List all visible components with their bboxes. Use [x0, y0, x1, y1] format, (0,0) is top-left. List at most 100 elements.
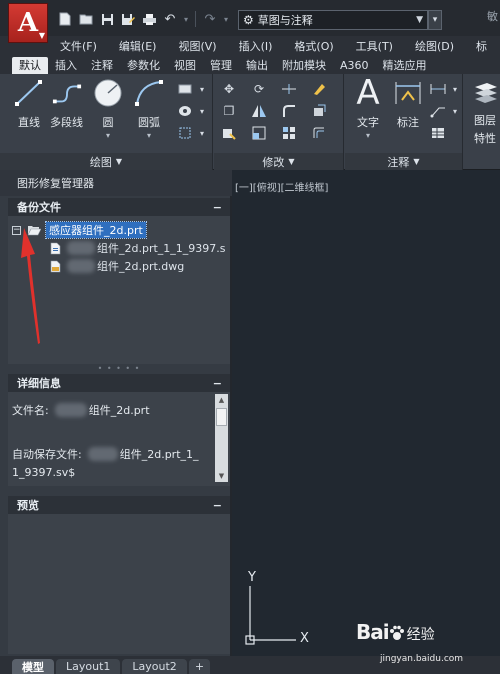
polyline-tool-button[interactable]: 多段线 — [50, 78, 83, 130]
chevron-down-icon[interactable]: ▾ — [222, 10, 230, 28]
tab-addins[interactable]: 附加模块 — [275, 57, 333, 74]
move-icon[interactable]: ✥ — [220, 80, 238, 98]
tab-featured-apps[interactable]: 精选应用 — [376, 57, 434, 74]
application-menu-button[interactable]: A ▼ — [8, 3, 48, 43]
array-icon[interactable] — [280, 124, 298, 142]
explode-icon[interactable] — [310, 102, 328, 120]
text-tool-button[interactable]: A 文字 ▾ — [353, 73, 383, 140]
new-icon[interactable] — [56, 10, 74, 28]
copy-icon[interactable]: ❐ — [220, 102, 238, 120]
rectangle-icon[interactable] — [176, 80, 194, 98]
tab-layout1[interactable]: Layout1 — [56, 659, 121, 674]
offset-icon[interactable] — [310, 124, 328, 142]
print-icon[interactable] — [140, 10, 158, 28]
panel-splitter[interactable]: • • • • • — [8, 364, 230, 373]
tree-item-backup-label: 组件_2d.prt_1_1_9397.s — [97, 242, 226, 255]
customize-toolbar-button[interactable]: ▾ — [428, 10, 442, 30]
mirror-icon[interactable] — [250, 102, 268, 120]
tab-insert[interactable]: 插入 — [48, 57, 84, 74]
tree-item-backup[interactable]: 组件_2d.prt_1_1_9397.s — [50, 240, 226, 256]
tree-item-root-label[interactable]: 感应器组件_2d.prt — [45, 221, 147, 239]
workspace-dropdown[interactable]: ⚙ 草图与注释 ▼ — [238, 10, 428, 30]
dimension-tool-button[interactable]: 标注 — [393, 78, 423, 130]
hatch-icon[interactable] — [176, 102, 194, 120]
ucs-icon: Y X — [238, 570, 318, 653]
rotate-icon[interactable]: ⟳ — [250, 80, 268, 98]
ribbon-tab-bar: 默认 插入 注释 参数化 视图 管理 输出 附加模块 A360 精选应用 — [0, 56, 500, 74]
tab-manage[interactable]: 管理 — [203, 57, 239, 74]
trim-icon[interactable] — [280, 80, 298, 98]
draw-panel-footer[interactable]: 绘图 ▼ — [0, 153, 212, 170]
chevron-down-icon: ▾ — [146, 131, 151, 140]
backup-files-header[interactable]: 备份文件 − — [8, 198, 230, 216]
table-icon[interactable] — [429, 124, 447, 142]
linear-dimension-icon[interactable] — [429, 80, 447, 98]
chevron-down-icon[interactable]: ▾ — [198, 80, 206, 98]
arc-tool-button[interactable]: 圆弧 ▾ — [134, 78, 164, 140]
stretch-icon[interactable] — [220, 124, 238, 142]
save-as-icon[interactable] — [119, 10, 137, 28]
tab-layout2[interactable]: Layout2 — [122, 659, 187, 674]
open-icon[interactable] — [77, 10, 95, 28]
text-icon: A — [356, 73, 380, 113]
chevron-down-icon: ▼ — [416, 15, 423, 25]
file-name-value: 组件_2d.prt — [88, 404, 150, 417]
arc-label: 圆弧 — [138, 116, 160, 129]
scroll-up-icon[interactable]: ▲ — [215, 394, 228, 406]
menu-view[interactable]: 视图(V) — [178, 38, 216, 54]
collapse-icon[interactable]: − — [213, 499, 222, 512]
collapse-icon[interactable]: − — [213, 201, 222, 214]
tab-a360[interactable]: A360 — [333, 57, 376, 74]
open-folder-icon — [27, 225, 41, 235]
add-layout-icon[interactable]: + — [188, 659, 211, 674]
line-tool-button[interactable]: 直线 — [14, 78, 44, 130]
erase-icon[interactable] — [310, 80, 328, 98]
modify-panel-footer[interactable]: 修改 ▼ — [214, 153, 343, 170]
chevron-down-icon: ▼ — [413, 157, 420, 166]
collapse-node-icon[interactable]: − — [12, 225, 21, 235]
chevron-down-icon[interactable]: ▾ — [451, 80, 459, 98]
chevron-down-icon[interactable]: ▾ — [198, 102, 206, 120]
chevron-down-icon[interactable]: ▾ — [451, 102, 459, 120]
fillet-icon[interactable] — [280, 102, 298, 120]
save-icon[interactable] — [98, 10, 116, 28]
tab-annotate[interactable]: 注释 — [84, 57, 120, 74]
tab-model[interactable]: 模型 — [12, 659, 54, 674]
scroll-down-icon[interactable]: ▼ — [215, 470, 228, 482]
drawing-canvas[interactable]: [一][俯视][二维线框] Y X — [232, 170, 500, 656]
tree-item-root[interactable]: − 感应器组件_2d.prt — [12, 221, 147, 239]
undo-icon[interactable]: ↶ — [161, 10, 179, 28]
menu-tools[interactable]: 工具(T) — [356, 38, 393, 54]
circle-icon — [93, 78, 123, 108]
menu-file[interactable]: 文件(F) — [60, 38, 97, 54]
layer-label-2: 特性 — [474, 132, 496, 145]
tab-output[interactable]: 输出 — [239, 57, 275, 74]
chevron-down-icon[interactable]: ▾ — [198, 124, 206, 142]
modify-panel-title: 修改 — [262, 155, 285, 169]
menu-format[interactable]: 格式(O) — [294, 38, 333, 54]
chevron-down-icon[interactable]: ▾ — [182, 10, 190, 28]
collapse-icon[interactable]: − — [213, 377, 222, 390]
preview-header[interactable]: 预览 − — [8, 496, 230, 514]
layer-properties-button[interactable]: 图层 特性 — [470, 78, 500, 146]
redo-icon[interactable]: ↷ — [201, 10, 219, 28]
scrollbar-thumb[interactable] — [216, 408, 227, 426]
boundary-icon[interactable] — [176, 124, 194, 142]
menu-dimension[interactable]: 标 — [476, 38, 487, 54]
circle-tool-button[interactable]: 圆 ▾ — [93, 78, 123, 140]
leader-icon[interactable] — [429, 102, 447, 120]
tab-view[interactable]: 视图 — [167, 57, 203, 74]
viewport-controls[interactable]: [一][俯视][二维线框] — [235, 179, 328, 194]
tab-parametric[interactable]: 参数化 — [120, 57, 167, 74]
details-header[interactable]: 详细信息 − — [8, 374, 230, 392]
details-scrollbar[interactable]: ▲ ▼ — [215, 394, 228, 482]
menu-draw[interactable]: 绘图(D) — [415, 38, 454, 54]
tree-item-dwg[interactable]: 组件_2d.prt.dwg — [50, 258, 184, 274]
modify-panel: ✥ ⟳ ❐ 修改 ▼ — [214, 74, 344, 170]
menu-edit[interactable]: 编辑(E) — [119, 38, 157, 54]
annotation-panel-footer[interactable]: 注释 ▼ — [345, 153, 462, 170]
menu-insert[interactable]: 插入(I) — [239, 38, 273, 54]
tab-default[interactable]: 默认 — [12, 57, 48, 74]
scale-icon[interactable] — [250, 124, 268, 142]
quick-access-toolbar: ↶ ▾ ↷ ▾ — [56, 8, 230, 30]
